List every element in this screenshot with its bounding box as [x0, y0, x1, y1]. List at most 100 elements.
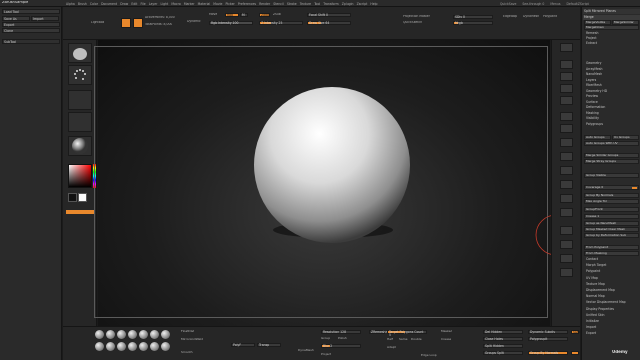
polyf-toggle[interactable]: PolyF [231, 343, 255, 347]
clone-button[interactable]: Clone [2, 28, 60, 33]
adapt-toggle[interactable]: Adapt [387, 346, 396, 349]
zoom-button[interactable] [560, 72, 573, 81]
menu-item[interactable]: Stencil [273, 2, 283, 6]
uv-groups-button[interactable]: Uv Groups [612, 135, 639, 140]
merge-stray-groups-button[interactable]: Merge Stray Groups [584, 159, 639, 164]
menu-item[interactable]: Tool [314, 2, 320, 6]
group-by-normals-slider[interactable]: Group By Normals [584, 193, 639, 198]
rotate-view-button[interactable] [560, 208, 573, 217]
brush-preset-icon[interactable] [106, 342, 115, 351]
right-panel-item[interactable]: Preview [583, 94, 640, 99]
right-panel-item[interactable]: Deformation [583, 105, 640, 110]
brush-preset-icon[interactable] [95, 342, 104, 351]
right-panel-item[interactable]: Geometry [583, 61, 640, 66]
menu-item[interactable]: Color [90, 2, 98, 6]
solo-button[interactable] [560, 254, 573, 263]
draw-mode-button[interactable] [121, 18, 131, 28]
menu-item[interactable]: Brush [78, 2, 87, 6]
dynamesh-bottom-label[interactable]: DynaMesh [298, 349, 314, 352]
material-thumbnail[interactable] [68, 136, 92, 156]
main-color-swatch[interactable] [78, 193, 87, 202]
smooth-label[interactable]: Smooth [181, 351, 193, 354]
rgb-intensity-slider[interactable]: Rgb Intensity 100 [209, 21, 253, 25]
group-by-normals-button[interactable]: Group By Normals [528, 351, 568, 355]
right-panel-item[interactable]: Texture Map [583, 282, 640, 287]
menu-item[interactable]: Zplugin [342, 2, 354, 6]
group-by-deformation-button[interactable]: Group by Deformation Sub [584, 233, 639, 238]
xyz-button[interactable] [560, 152, 573, 161]
load-tool-button[interactable]: Load Tool [2, 9, 60, 14]
menu-item[interactable]: Document [101, 2, 117, 6]
max-angle-slider[interactable]: Max Angle Tol [584, 199, 639, 204]
menu-right-item[interactable]: See-through 0 [522, 2, 544, 6]
menu-item[interactable]: Macro [171, 2, 180, 6]
floor-button[interactable] [560, 124, 573, 133]
dynamesh-label[interactable]: DynaMesh [523, 15, 539, 18]
move-label[interactable]: Move [209, 13, 217, 16]
menu-item[interactable]: File [141, 2, 146, 6]
menu-item[interactable]: Marker [184, 2, 195, 6]
merge-down-button[interactable]: MergeDown [584, 25, 639, 30]
right-panel-item[interactable]: Import [583, 325, 640, 330]
brush-preset-icon[interactable] [150, 330, 159, 339]
brush-preset-icon[interactable] [128, 342, 137, 351]
polygroupit-button[interactable]: Polygroupit [528, 337, 568, 341]
texture-thumbnail[interactable] [68, 112, 92, 132]
brush-preset-icon[interactable] [161, 342, 170, 351]
zsub-toggle[interactable]: Zsub [273, 13, 281, 16]
z-intensity-slider[interactable]: Z Intensity 25 [259, 21, 303, 25]
right-panel-item[interactable]: Unified Skin [583, 313, 640, 318]
mrgb-slider[interactable]: Mrgb [453, 21, 493, 25]
brush-preset-icon[interactable] [139, 342, 148, 351]
right-panel-item[interactable]: Layers [583, 78, 640, 83]
actual-button[interactable] [560, 84, 573, 93]
group-as-nanomesh-button[interactable]: Group as NanoMesh [584, 221, 639, 226]
right-panel-item[interactable]: Polygroups [583, 122, 640, 127]
menu-item[interactable]: Alpha [66, 2, 75, 6]
secondary-color-swatch[interactable] [68, 193, 77, 202]
right-panel-item[interactable]: Visibility [583, 116, 640, 121]
transp-toggle[interactable]: Transp [257, 343, 281, 347]
right-panel-item[interactable]: Project [583, 36, 640, 41]
menu-item[interactable]: Transform [323, 2, 338, 6]
edgeloop-label[interactable]: Edgeloop [503, 15, 517, 18]
local-button[interactable] [560, 138, 573, 147]
right-panel-item[interactable]: Vector Displacement Map [583, 300, 640, 305]
edit-mode-button[interactable] [133, 18, 143, 28]
brush-preset-icon[interactable] [95, 330, 104, 339]
sdiv-slider[interactable]: SDiv 0 [453, 15, 493, 19]
menu-item[interactable]: Edit [131, 2, 137, 6]
import-button[interactable]: Import [31, 16, 59, 21]
bpr-button[interactable] [560, 43, 573, 52]
m-toggle[interactable]: M [240, 13, 248, 17]
brush-preset-icon[interactable] [139, 330, 148, 339]
switch-color-button[interactable] [66, 210, 94, 214]
close-holes-button[interactable]: Close Holes [483, 337, 523, 341]
right-panel-item[interactable]: Morph Target [583, 263, 640, 268]
mirror-weld-label[interactable]: MirrorAndWeld [181, 338, 203, 341]
merge-similar-button[interactable]: MergeSimilar [612, 20, 639, 25]
lightbox-label[interactable]: LightBox [91, 21, 104, 24]
stroke-thumbnail[interactable] [68, 65, 92, 85]
edge-loop-toggle[interactable]: Edge Loop [421, 354, 437, 357]
zremesher-button[interactable]: ZRemesher [369, 330, 389, 334]
from-polypaint-button[interactable]: From Polypaint [584, 245, 639, 250]
group-visible-button[interactable]: Group Visible [584, 173, 639, 178]
focal-shift-slider[interactable]: Focal Shift 0 [307, 13, 351, 17]
blur-slider[interactable]: Blur 2 [321, 344, 361, 348]
dynamic-subdiv-button[interactable]: Dynamic Subdiv [528, 330, 568, 334]
split-hidden-button[interactable]: Split Hidden [483, 344, 523, 348]
brush-thumbnail[interactable] [68, 43, 92, 63]
right-panel-item[interactable]: FiberMesh [583, 83, 640, 88]
sdiv-orange-button[interactable]: SDiv [571, 330, 580, 334]
groups-split-button[interactable]: Groups Split [483, 351, 523, 355]
sphere-model[interactable] [245, 80, 415, 250]
frame-button[interactable] [560, 166, 573, 175]
menu-right-item[interactable]: Menus [550, 2, 560, 6]
menu-item[interactable]: Light [161, 2, 169, 6]
resolution-slider[interactable]: Resolution 128 [321, 330, 361, 334]
right-panel-item[interactable]: NanoMesh [583, 72, 640, 77]
menu-item[interactable]: Zscript [357, 2, 368, 6]
brush-preset-icon[interactable] [117, 342, 126, 351]
brush-preset-icon[interactable] [128, 330, 137, 339]
